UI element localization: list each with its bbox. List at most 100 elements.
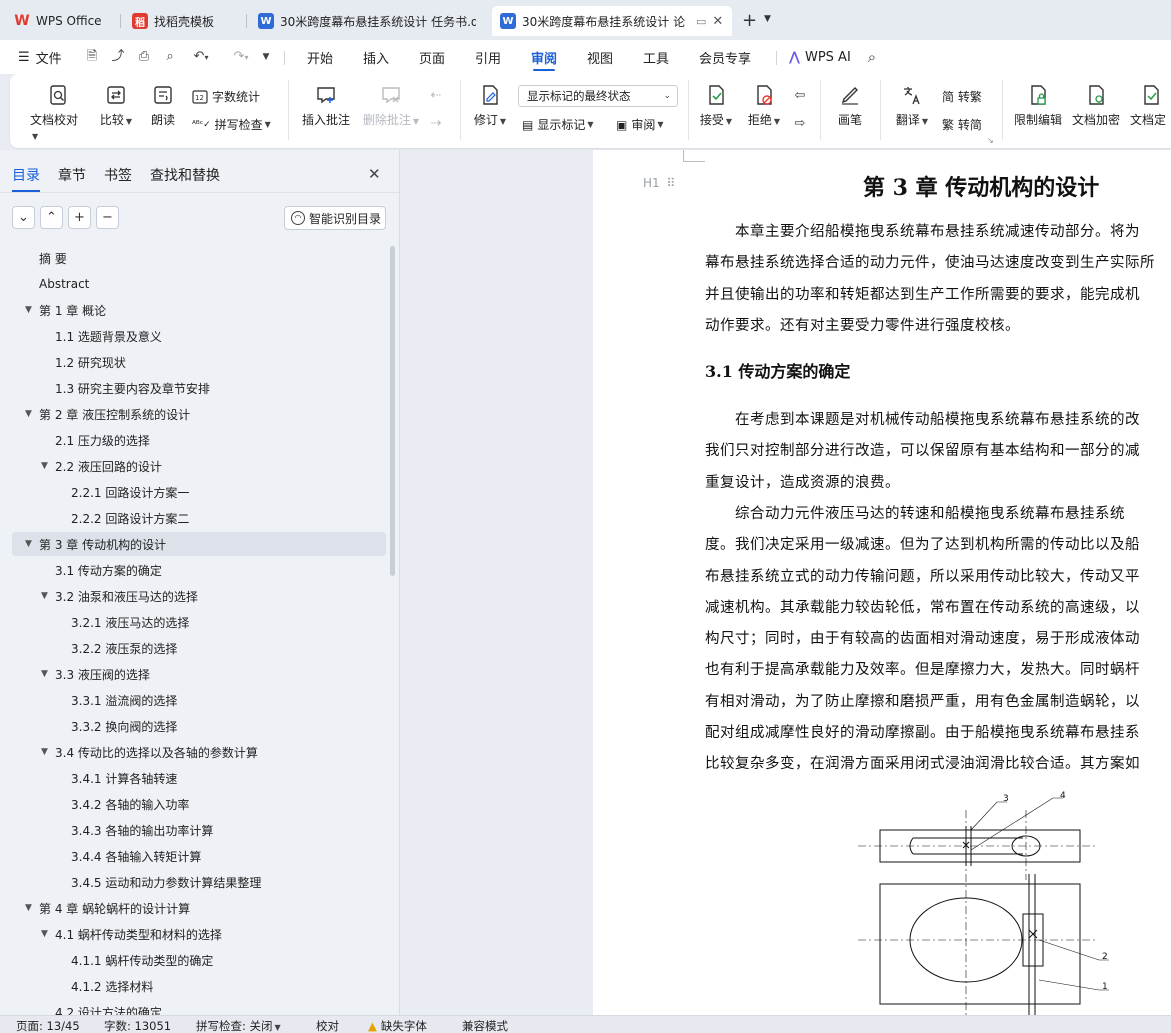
tab-template[interactable]: 稻 找稻壳模板 <box>124 6 242 36</box>
menu-home[interactable]: 开始 <box>307 40 333 74</box>
save-icon[interactable]: 🗎 <box>84 49 100 65</box>
redo-icon[interactable]: ↷▾ <box>228 49 254 65</box>
spell-check-status[interactable]: 拼写检查: 关闭 ▼ <box>196 1018 281 1033</box>
share-icon[interactable]: ⤴ <box>110 49 126 65</box>
word-count[interactable]: 字数: 13051 <box>104 1018 171 1033</box>
show-markup-button[interactable]: ▤ 显示标记 ▼ <box>522 116 594 133</box>
compare-button[interactable]: 比较 ▼ <box>96 74 136 128</box>
toc-item[interactable]: 3.4.2 各轴的输入功率 <box>12 792 386 816</box>
word-count-button[interactable]: 12 字数统计 <box>192 88 260 105</box>
print-preview-icon[interactable]: ⌕ <box>162 49 178 65</box>
toc-item[interactable]: 1.3 研究主要内容及章节安排 <box>12 376 386 400</box>
toc-scrollbar[interactable] <box>390 246 395 576</box>
preview-icon[interactable]: ▭ <box>696 15 706 28</box>
to-simplified-button[interactable]: 繁 转简 <box>942 116 982 133</box>
tab-list-chevron-icon[interactable]: ▼ <box>764 14 771 24</box>
collapse-caret-icon[interactable]: ▼ <box>41 929 48 939</box>
prev-comment-icon[interactable]: ⇠ <box>428 88 444 104</box>
heading-level-marker[interactable]: H1 ⠿ <box>643 176 675 190</box>
delete-comment-button[interactable]: 删除批注 ▼ <box>358 74 424 128</box>
group-expand-icon[interactable]: ↘ <box>987 136 994 145</box>
collapse-caret-icon[interactable]: ▼ <box>25 305 32 315</box>
accept-button[interactable]: 接受 ▼ <box>696 74 736 128</box>
toc-item[interactable]: ▼ 3.2 油泵和液压马达的选择 <box>12 584 386 608</box>
markup-mode-select[interactable]: 显示标记的最终状态 ⌄ <box>518 85 678 107</box>
menu-tools[interactable]: 工具 <box>643 40 669 74</box>
toc-item[interactable]: 1.2 研究现状 <box>12 350 386 374</box>
menu-review[interactable]: 审阅 <box>531 40 557 74</box>
collapse-caret-icon[interactable]: ▼ <box>25 903 32 913</box>
collapse-caret-icon[interactable]: ▼ <box>41 591 48 601</box>
toc-item[interactable]: 3.4.3 各轴的输出功率计算 <box>12 818 386 842</box>
restrict-editing-button[interactable]: 限制编辑 <box>1012 74 1064 128</box>
file-menu[interactable]: ☰ 文件 <box>18 40 62 74</box>
toc-item[interactable]: ▼ 第 2 章 液压控制系统的设计 <box>12 402 386 426</box>
close-pane-icon[interactable]: ✕ <box>368 165 381 183</box>
collapse-caret-icon[interactable]: ▼ <box>25 539 32 549</box>
document-page[interactable]: H1 ⠿ 第 3 章 传动机构的设计 本章主要介绍船模拖曳系统幕布悬挂系统减速传… <box>593 150 1171 1015</box>
nav-tab-chapters[interactable]: 章节 <box>58 165 86 185</box>
collapse-down-icon[interactable]: ⌄ <box>12 206 35 229</box>
menu-member[interactable]: 会员专享 <box>699 40 751 74</box>
tab-task-doc[interactable]: W 30米跨度幕布悬挂系统设计 任务书.do <box>250 6 484 36</box>
collapse-caret-icon[interactable]: ▼ <box>41 669 48 679</box>
finalize-button[interactable]: 文档定 <box>1130 74 1171 128</box>
tab-thesis-doc[interactable]: W 30米跨度幕布悬挂系统设计 论 ▭ ✕ <box>492 6 732 36</box>
toc-item[interactable]: 3.2.2 液压泵的选择 <box>12 636 386 660</box>
pen-button[interactable]: 画笔 <box>832 74 868 128</box>
toc-item[interactable]: ▼ 3.3 液压阀的选择 <box>12 662 386 686</box>
toc-item[interactable]: ▼ 2.2 液压回路的设计 <box>12 454 386 478</box>
toc-item[interactable]: 3.4.1 计算各轴转速 <box>12 766 386 790</box>
toc-item[interactable]: 4.1.2 选择材料 <box>12 974 386 998</box>
track-changes-button[interactable]: 修订 ▼ <box>468 74 512 128</box>
toc-item[interactable]: 4.1.1 蜗杆传动类型的确定 <box>12 948 386 972</box>
toc-item[interactable]: 3.2.1 液压马达的选择 <box>12 610 386 634</box>
toc-item[interactable]: ▼ 第 4 章 蜗轮蜗杆的设计计算 <box>12 896 386 920</box>
review-pane-button[interactable]: ▣ 审阅 ▼ <box>616 116 664 133</box>
read-aloud-button[interactable]: 朗读 <box>146 74 180 128</box>
collapse-caret-icon[interactable]: ▼ <box>41 747 48 757</box>
toc-item[interactable]: 摘 要 <box>12 246 386 270</box>
add-heading-icon[interactable]: + <box>68 206 91 229</box>
to-traditional-button[interactable]: 简 转繁 <box>942 88 982 105</box>
tab-wps-office[interactable]: W WPS Office <box>6 6 116 36</box>
toc-item[interactable]: 2.2.2 回路设计方案二 <box>12 506 386 530</box>
toc-item[interactable]: 1.1 选题背景及意义 <box>12 324 386 348</box>
nav-tab-find-replace[interactable]: 查找和替换 <box>150 165 220 185</box>
menu-page[interactable]: 页面 <box>419 40 445 74</box>
print-icon[interactable]: ⎙ <box>136 49 152 65</box>
expand-up-icon[interactable]: ⌃ <box>40 206 63 229</box>
toc-item[interactable]: ▼ 第 3 章 传动机构的设计 <box>12 532 386 556</box>
toc-item[interactable]: ▼ 3.4 传动比的选择以及各轴的参数计算 <box>12 740 386 764</box>
menu-references[interactable]: 引用 <box>475 40 501 74</box>
toc-item[interactable]: 3.1 传动方案的确定 <box>12 558 386 582</box>
menu-insert[interactable]: 插入 <box>363 40 389 74</box>
nav-tab-bookmarks[interactable]: 书签 <box>104 165 132 185</box>
translate-button[interactable]: 翻译 ▼ <box>890 74 934 128</box>
missing-font-status[interactable]: ▲ 缺失字体 <box>368 1018 427 1033</box>
next-comment-icon[interactable]: ⇢ <box>428 116 444 132</box>
toc-item[interactable]: 3.4.5 运动和动力参数计算结果整理 <box>12 870 386 894</box>
toc-item[interactable]: 2.1 压力级的选择 <box>12 428 386 452</box>
toc-item[interactable]: ▼ 4.1 蜗杆传动类型和材料的选择 <box>12 922 386 946</box>
smart-toc-button[interactable]: ◠ 智能识别目录 <box>284 206 386 230</box>
remove-heading-icon[interactable]: − <box>96 206 119 229</box>
nav-tab-toc[interactable]: 目录 <box>12 165 40 192</box>
prev-change-icon[interactable]: ⇦ <box>792 88 808 104</box>
toc-item[interactable]: Abstract <box>12 272 386 296</box>
collapse-caret-icon[interactable]: ▼ <box>41 461 48 471</box>
search-icon[interactable]: ⌕ <box>864 49 880 65</box>
page-count[interactable]: 页面: 13/45 <box>16 1018 80 1033</box>
spell-check-button[interactable]: ᴬᴮᶜ✓ 拼写检查 ▼ <box>192 116 271 133</box>
wps-ai-button[interactable]: ⋀ WPS AI <box>789 40 851 74</box>
more-chevron-icon[interactable]: ▼ <box>258 49 274 65</box>
close-tab-icon[interactable]: ✕ <box>712 14 723 29</box>
doc-proof-button[interactable]: 文档校对▼ <box>30 74 86 142</box>
menu-view[interactable]: 视图 <box>587 40 613 74</box>
proof-status[interactable]: 校对 <box>316 1018 339 1033</box>
next-change-icon[interactable]: ⇨ <box>792 116 808 132</box>
toc-item[interactable]: ▼ 第 1 章 概论 <box>12 298 386 322</box>
toc-item[interactable]: 2.2.1 回路设计方案一 <box>12 480 386 504</box>
undo-icon[interactable]: ↶▾ <box>188 49 214 65</box>
new-tab-icon[interactable]: + <box>742 10 757 31</box>
